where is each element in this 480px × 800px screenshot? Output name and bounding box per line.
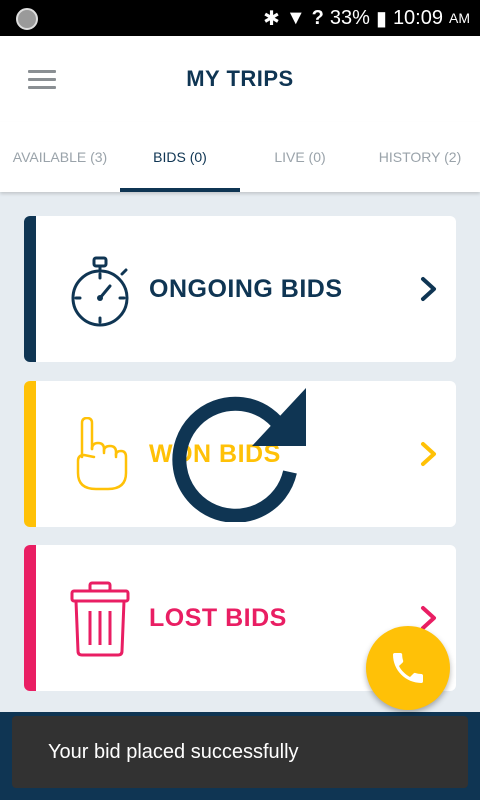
app-bar: MY TRIPS [0, 36, 480, 122]
thumbs-up-hand-icon [76, 417, 128, 491]
app-notification-icon [16, 8, 38, 30]
tab-bar: AVAILABLE (3) BIDS (0) LIVE (0) HISTORY … [0, 122, 480, 192]
chevron-right-icon [421, 442, 436, 466]
phone-icon [393, 653, 423, 683]
lost-bids-label: LOST BIDS [149, 603, 287, 632]
tab-bids[interactable]: BIDS (0) [120, 122, 240, 192]
card-stripe [24, 381, 36, 527]
clock-time: 10:09 [392, 6, 443, 29]
stopwatch-icon [71, 256, 129, 327]
ongoing-bids-label: ONGOING BIDS [149, 274, 343, 303]
card-stripe [24, 216, 36, 362]
battery-charging-icon: ▮ [375, 7, 387, 30]
tab-live[interactable]: LIVE (0) [240, 122, 360, 192]
refresh-loading-icon [172, 388, 306, 522]
tab-available[interactable]: AVAILABLE (3) [0, 122, 120, 192]
signal-unknown-icon: ? [311, 6, 324, 29]
page-title: MY TRIPS [186, 66, 294, 91]
trash-icon [70, 581, 130, 657]
snackbar: Your bid placed successfully [12, 716, 468, 788]
battery-percent: 33% [329, 6, 370, 29]
status-bar: ✱ ▼ ? 33% ▮ 10:09 AM [0, 0, 480, 36]
tab-history[interactable]: HISTORY (2) [360, 122, 480, 192]
bluetooth-icon: ✱ [263, 7, 280, 30]
clock-ampm: AM [449, 10, 470, 26]
ongoing-bids-card[interactable]: ONGOING BIDS [24, 216, 456, 362]
chevron-right-icon [421, 606, 436, 630]
call-fab-button[interactable] [366, 626, 450, 710]
wifi-icon: ▼ [285, 6, 306, 29]
snackbar-message: Your bid placed successfully [48, 740, 299, 763]
chevron-right-icon [421, 277, 436, 301]
card-stripe [24, 545, 36, 691]
